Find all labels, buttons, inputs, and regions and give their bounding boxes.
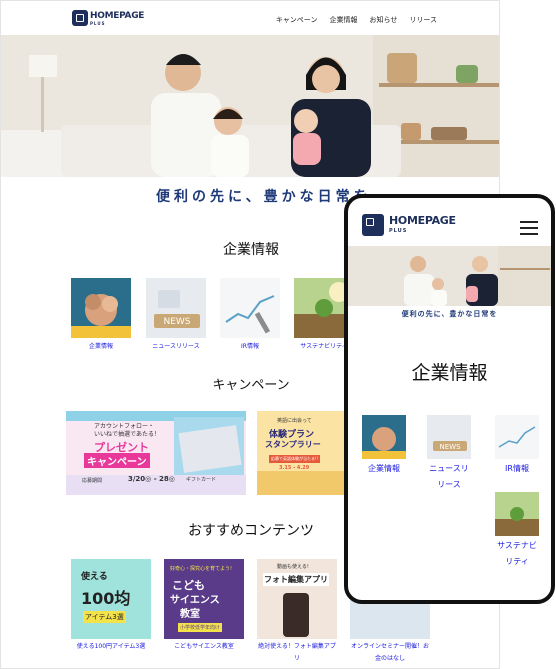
desktop-header: HOMEPAGE PLUS キャンペーン 企業情報 お知らせ リリース [1, 1, 499, 35]
recommend-card-label: 使える100円アイテム3選 [76, 643, 146, 650]
mobile-card-label: ニュースリリース [429, 464, 469, 489]
campaign-banner-stamp[interactable]: 英語に出会って 体験プラン スタンプラリー 応募で英語体験が当たる!! 3.15… [257, 411, 347, 495]
mobile-card-label: IR情報 [505, 464, 529, 473]
ir-card[interactable]: IR情報 [220, 278, 280, 351]
svg-text:NEWS: NEWS [439, 443, 461, 451]
mobile-logo-sub: PLUS [389, 228, 408, 234]
mobile-hero-image [348, 246, 551, 306]
recommend-card-label: こどもサイエンス教室 [174, 643, 234, 650]
nav-item-news[interactable]: お知らせ [369, 15, 397, 25]
nav-item-release[interactable]: リリース [409, 15, 437, 25]
company-card[interactable]: 企業情報 [71, 278, 131, 351]
banner-period: 応募期間 [82, 478, 103, 484]
ir-thumbnail [495, 415, 539, 459]
stamp-dates: 3.15 - 4.29 [279, 465, 310, 471]
banner-dates: 3/20◎ - 28◎ [128, 475, 175, 483]
recommend-card-label: オンラインセミナー開催！お金のはなし [350, 643, 429, 662]
stamp-line3: スタンプラリー [265, 440, 321, 449]
news-thumbnail: NEWS [427, 415, 471, 459]
campaign-banner-present[interactable]: アカウントフォロー・ いいねで抽選であたる！ プレゼント キャンペーン 応募期間… [66, 411, 246, 495]
hands-thumbnail [362, 415, 406, 459]
mobile-sustainability-card[interactable]: サステナビリティ [495, 492, 539, 570]
recommend-card-photo-app[interactable]: 動画も使える! フォト編集アプリ 絶対使える！フォト編集アプリ [257, 559, 337, 665]
science-thumbnail: 好奇心・探究心を育てよう! こども サイエンス 教室 小学校低学年向け [164, 559, 244, 639]
logo-sub: PLUS [90, 21, 106, 26]
phone-icon [283, 593, 309, 637]
mobile-company-card[interactable]: 企業情報 [362, 415, 406, 477]
nav-item-company[interactable]: 企業情報 [329, 15, 357, 25]
logo-icon[interactable] [72, 10, 88, 26]
main-nav: キャンペーン 企業情報 お知らせ リリース [276, 15, 437, 25]
hamburger-menu-icon[interactable] [520, 221, 538, 239]
mobile-card-label: サステナビリティ [497, 541, 537, 566]
mobile-logo-icon[interactable] [362, 214, 384, 236]
stamp-line1: 英語に出会って [277, 418, 312, 424]
mobile-news-card[interactable]: NEWS ニュースリリース [427, 415, 471, 493]
banner-line4: キャンペーン [84, 453, 150, 468]
tagline: 便利の先に、豊かな日常を [156, 189, 372, 205]
mobile-phone-frame: HOMEPAGE PLUS 便利の先に、豊かな日常を 企業情報 企業情報 NEW… [344, 194, 555, 604]
stamp-line4: 応募で英語体験が当たる!! [269, 455, 321, 463]
news-thumbnail: NEWS [146, 278, 206, 338]
logo-name[interactable]: HOMEPAGE [90, 11, 144, 21]
banner-line2: いいねで抽選であたる！ [94, 431, 160, 438]
recommend-card-100yen[interactable]: 使える 100均 アイテム3選 使える100円アイテム3選 [71, 559, 151, 653]
company-card-label: 企業情報 [88, 343, 113, 350]
hero-image [1, 35, 499, 177]
ir-card-label: IR情報 [241, 343, 259, 350]
mobile-card-label: 企業情報 [368, 464, 400, 473]
banner-gift: ギフトカード [186, 477, 217, 483]
mobile-tagline: 便利の先に、豊かな日常を [401, 310, 498, 318]
ir-thumbnail [220, 278, 280, 338]
mobile-ir-card[interactable]: IR情報 [495, 415, 539, 477]
nav-item-campaign[interactable]: キャンペーン [276, 15, 318, 25]
news-card-label: ニュースリリース [152, 343, 200, 350]
hands-thumbnail [71, 278, 131, 338]
mobile-section-title: 企業情報 [411, 362, 488, 384]
news-card[interactable]: NEWS ニュースリリース [146, 278, 206, 351]
recommend-card-label: 絶対使える！フォト編集アプリ [258, 643, 336, 662]
svg-text:NEWS: NEWS [163, 317, 190, 327]
mobile-logo-name[interactable]: HOMEPAGE [389, 214, 456, 227]
photo-app-thumbnail: 動画も使える! フォト編集アプリ [257, 559, 337, 639]
yen-thumbnail: 使える 100均 アイテム3選 [71, 559, 151, 639]
recommend-card-science[interactable]: 好奇心・探究心を育てよう! こども サイエンス 教室 小学校低学年向け こどもサ… [164, 559, 244, 653]
plant-thumbnail [495, 492, 539, 536]
